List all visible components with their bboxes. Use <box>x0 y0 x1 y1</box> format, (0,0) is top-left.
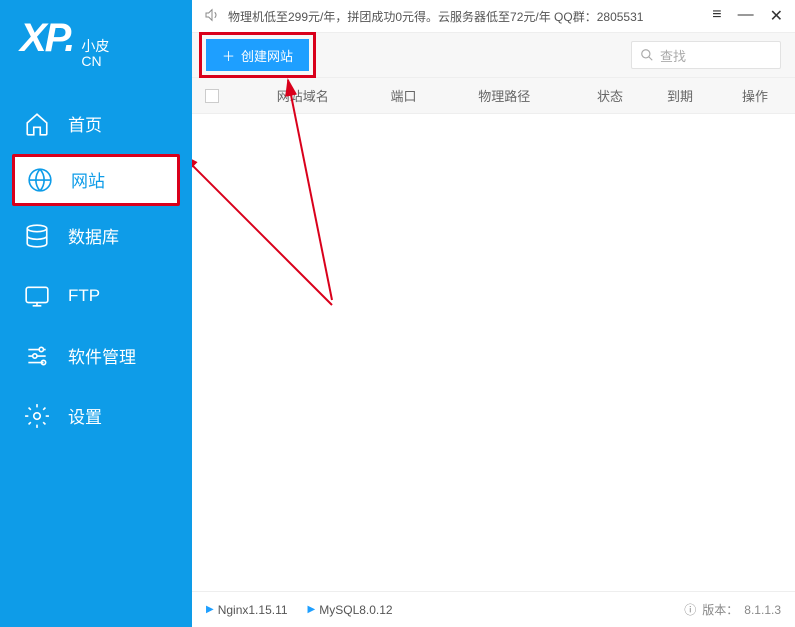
sidebar-item-database[interactable]: 数据库 <box>0 206 192 266</box>
info-icon: ⓘ <box>684 601 696 618</box>
statusbar: ▶ Nginx1.15.11 ▶ MySQL8.0.12 ⓘ 版本： 8.1.1… <box>192 591 795 627</box>
home-icon <box>24 111 50 137</box>
menu-button[interactable]: ≡ <box>712 6 721 26</box>
th-port: 端口 <box>374 86 434 105</box>
close-button[interactable]: ✕ <box>770 6 783 26</box>
service-mysql[interactable]: ▶ MySQL8.0.12 <box>308 603 393 617</box>
sidebar-item-label: 设置 <box>68 403 102 428</box>
speaker-icon <box>204 7 220 26</box>
table-header: 网站域名 端口 物理路径 状态 到期 操作 <box>192 78 795 114</box>
sidebar: XP. 小皮 CN 首页 网站 数据库 FTP 软件管理 <box>0 0 192 627</box>
th-expire: 到期 <box>645 86 715 105</box>
globe-icon <box>27 167 53 193</box>
logo-main: XP. <box>20 16 73 61</box>
sidebar-item-home[interactable]: 首页 <box>0 94 192 154</box>
sliders-icon <box>24 343 50 369</box>
search-icon <box>640 48 654 62</box>
sidebar-item-label: 网站 <box>71 167 105 192</box>
play-icon: ▶ <box>206 604 214 615</box>
database-icon <box>24 223 50 249</box>
th-path: 物理路径 <box>434 86 576 105</box>
gear-icon <box>24 403 50 429</box>
play-icon: ▶ <box>308 604 316 615</box>
monitor-icon <box>24 283 50 309</box>
plus-icon: ＋ <box>222 46 235 65</box>
sidebar-item-ftp[interactable]: FTP <box>0 266 192 326</box>
minimize-button[interactable]: — <box>738 6 754 26</box>
version-label: 版本： <box>702 601 738 618</box>
sidebar-item-label: 数据库 <box>68 223 119 248</box>
sidebar-item-label: FTP <box>68 286 100 306</box>
sidebar-item-software[interactable]: 软件管理 <box>0 326 192 386</box>
sidebar-item-label: 软件管理 <box>68 343 136 368</box>
sidebar-item-label: 首页 <box>68 111 102 136</box>
main-area: 物理机低至299元/年，拼团成功0元得。云服务器低至72元/年 QQ群：2805… <box>192 0 795 627</box>
toolbar: ＋ 创建网站 查找 <box>192 32 795 78</box>
search-input[interactable]: 查找 <box>631 41 781 69</box>
topbar: 物理机低至299元/年，拼团成功0元得。云服务器低至72元/年 QQ群：2805… <box>192 0 795 32</box>
search-placeholder: 查找 <box>660 46 686 65</box>
sidebar-item-website[interactable]: 网站 <box>12 154 180 206</box>
th-checkbox <box>192 89 232 103</box>
th-domain: 网站域名 <box>232 86 374 105</box>
select-all-checkbox[interactable] <box>205 89 219 103</box>
service-nginx[interactable]: ▶ Nginx1.15.11 <box>206 603 288 617</box>
announcement-text: 物理机低至299元/年，拼团成功0元得。云服务器低至72元/年 QQ群：2805… <box>228 8 643 25</box>
version-value: 8.1.1.3 <box>744 603 781 617</box>
th-status: 状态 <box>575 86 645 105</box>
th-action: 操作 <box>715 86 795 105</box>
create-website-button[interactable]: ＋ 创建网站 <box>206 39 309 71</box>
logo-sub: 小皮 CN <box>81 39 109 70</box>
window-controls: ≡ — ✕ <box>712 6 783 26</box>
status-right: ⓘ 版本： 8.1.1.3 <box>684 601 781 618</box>
sidebar-item-settings[interactable]: 设置 <box>0 386 192 446</box>
table-body <box>192 114 795 591</box>
logo: XP. 小皮 CN <box>0 0 192 94</box>
create-label: 创建网站 <box>241 46 293 65</box>
